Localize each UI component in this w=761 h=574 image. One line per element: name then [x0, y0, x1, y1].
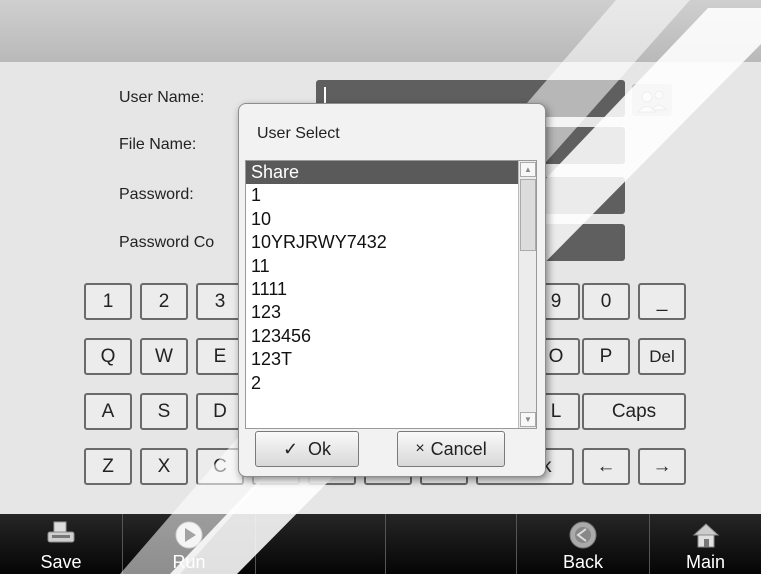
- main-button[interactable]: Main: [650, 514, 761, 574]
- user-select-dialog: User Select Share 1 10 10YRJRWY7432 11 1…: [238, 103, 546, 477]
- scroll-down-arrow[interactable]: ▼: [520, 412, 536, 427]
- ok-label: Ok: [308, 438, 332, 459]
- key-p[interactable]: P: [582, 338, 630, 375]
- key-a[interactable]: A: [84, 393, 132, 430]
- bottom-toolbar: Save Run Back Main: [0, 514, 761, 574]
- back-icon: [568, 520, 598, 555]
- title-bar: [0, 0, 761, 62]
- key-del[interactable]: Del: [638, 338, 686, 375]
- list-item[interactable]: 123456: [246, 325, 536, 348]
- main-label: Main: [685, 552, 725, 572]
- key-0[interactable]: 0: [582, 283, 630, 320]
- list-item[interactable]: 1111: [246, 278, 536, 301]
- password-label: Password:: [119, 186, 194, 203]
- password-confirm-label: Password Co: [119, 234, 215, 251]
- list-item[interactable]: 123: [246, 301, 536, 324]
- key-underscore[interactable]: _: [638, 283, 686, 320]
- list-item[interactable]: 1: [246, 184, 536, 207]
- close-icon: ×: [415, 440, 425, 457]
- file-name-label: File Name:: [119, 136, 197, 153]
- key-left-arrow[interactable]: ←: [582, 448, 630, 485]
- save-label: Save: [40, 552, 82, 572]
- toolbar-empty-slot-1: [256, 514, 386, 574]
- back-label: Back: [562, 552, 604, 572]
- key-w[interactable]: W: [140, 338, 188, 375]
- list-item[interactable]: 2: [246, 372, 536, 395]
- back-button[interactable]: Back: [517, 514, 650, 574]
- list-scrollbar[interactable]: ▲ ▼: [518, 161, 536, 428]
- cancel-label: Cancel: [430, 438, 487, 459]
- toolbar-empty-slot-2: [386, 514, 517, 574]
- user-list[interactable]: Share 1 10 10YRJRWY7432 11 1111 123 1234…: [245, 160, 537, 429]
- run-icon: [174, 520, 204, 555]
- list-item[interactable]: 123T: [246, 348, 536, 371]
- scroll-up-arrow[interactable]: ▲: [520, 162, 536, 177]
- save-icon: [45, 520, 77, 553]
- key-1[interactable]: 1: [84, 283, 132, 320]
- check-icon: ✓: [282, 438, 299, 459]
- key-d[interactable]: D: [196, 393, 244, 430]
- list-item-selected[interactable]: Share: [246, 161, 536, 185]
- key-right-arrow[interactable]: →: [638, 448, 686, 485]
- user-name-label: User Name:: [119, 89, 205, 106]
- cancel-button[interactable]: × Cancel: [397, 431, 505, 467]
- scroll-thumb[interactable]: [520, 179, 536, 251]
- key-s[interactable]: S: [140, 393, 188, 430]
- list-item[interactable]: 11: [246, 255, 536, 278]
- user-select-icon[interactable]: [632, 84, 672, 116]
- key-2[interactable]: 2: [140, 283, 188, 320]
- key-x[interactable]: X: [140, 448, 188, 485]
- key-q[interactable]: Q: [84, 338, 132, 375]
- key-3[interactable]: 3: [196, 283, 244, 320]
- list-item[interactable]: 10: [246, 208, 536, 231]
- key-e[interactable]: E: [196, 338, 244, 375]
- dialog-title: User Select: [257, 125, 340, 142]
- key-caps[interactable]: Caps: [582, 393, 686, 430]
- list-item[interactable]: 10YRJRWY7432: [246, 231, 536, 254]
- home-icon: [691, 520, 721, 555]
- key-z[interactable]: Z: [84, 448, 132, 485]
- run-button[interactable]: Run: [123, 514, 256, 574]
- key-c[interactable]: C: [196, 448, 244, 485]
- ok-button[interactable]: ✓ Ok: [255, 431, 359, 467]
- run-label: Run: [172, 552, 206, 572]
- save-button[interactable]: Save: [0, 514, 123, 574]
